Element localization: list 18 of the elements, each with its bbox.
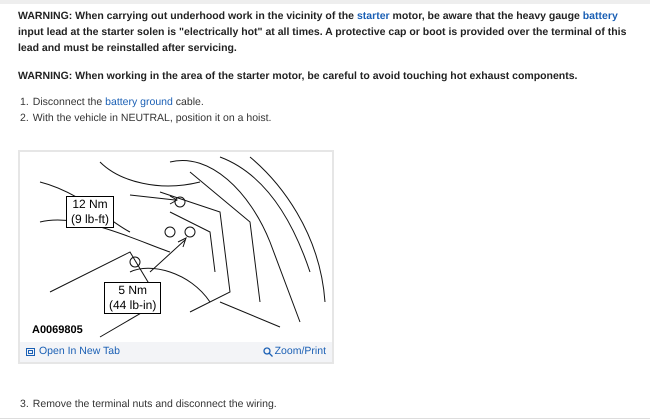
text-link[interactable]: starter [356,10,390,22]
window-icon [26,348,35,356]
torque-callout: 5 Nm (44 lb-in) [104,282,162,314]
step-number: 1. [20,95,29,110]
open-in-new-tab-link[interactable]: Open In New Tab [26,344,120,360]
step-number: 2. [20,111,29,126]
step-text: Remove the terminal nuts and disconnect the wiring. [32,397,277,412]
step-text: With the vehicle in NEUTRAL, position it on a hoist. [32,111,272,126]
warning-text: WARNING: When working in the area of the starter motor, be careful to avoid touching hot exhaust components. [18,69,578,84]
torque-callout: 12 Nm (9 lb-ft) [66,196,114,228]
step-text: Disconnect the battery ground cable. [32,95,204,110]
zoom-print-link[interactable]: Zoom/Print [262,344,326,360]
search-icon [262,347,273,357]
figure-code: A0069805 [32,322,83,338]
step-number: 3. [20,397,29,412]
text-link[interactable]: battery ground [105,96,173,108]
warning-text: WARNING: When carrying out underhood work in the vicinity of the starter motor, be aware that the heavy gauge battery input lead at the starter solen is "electrically hot" at all times. A protective cap or boot is provided over the terminal of this lead and must be reinstalled after servicing. [18,9,628,56]
text-link[interactable]: battery [582,10,618,22]
